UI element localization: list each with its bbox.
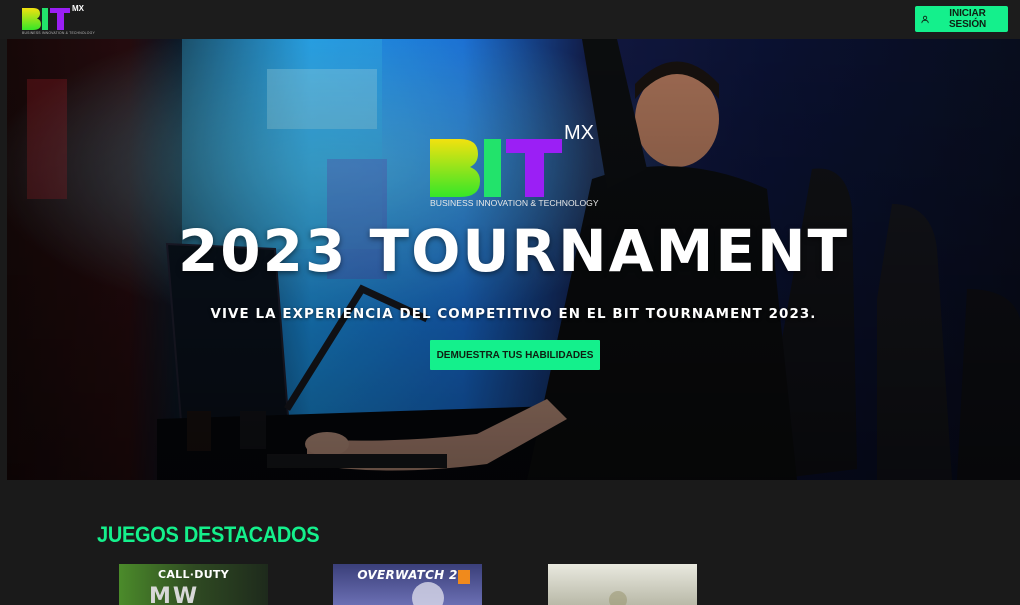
hero-logo-sup: MX: [564, 122, 594, 144]
game-card-third[interactable]: [548, 564, 697, 605]
game-card-call-of-duty[interactable]: MW CALL·DUTY: [119, 564, 268, 605]
hero-subtitle: VIVE LA EXPERIENCIA DEL COMPETITIVO EN E…: [210, 307, 817, 322]
login-button[interactable]: INICIAR SESIÓN: [915, 6, 1008, 32]
svg-text:MW: MW: [149, 584, 199, 605]
bit-logo[interactable]: MX BUSINESS INNOVATION & TECHNOLOGY: [22, 3, 95, 35]
game-cover-third: [548, 564, 697, 605]
game-card-overwatch[interactable]: OVERWATCH 2: [333, 564, 482, 605]
hero-logo-tagline: BUSINESS INNOVATION & TECHNOLOGY: [430, 198, 599, 208]
hero-bit-logo: MX BUSINESS INNOVATION & TECHNOLOGY: [430, 122, 610, 214]
hero-title: 2023 TOURNAMENT: [177, 217, 850, 285]
logo-sup: MX: [72, 4, 84, 13]
hero-banner: MX BUSINESS INNOVATION & TECHNOLOGY 2023…: [7, 39, 1020, 480]
logo-tagline: BUSINESS INNOVATION & TECHNOLOGY: [22, 31, 95, 35]
top-navigation-bar: MX BUSINESS INNOVATION & TECHNOLOGY INIC…: [0, 0, 1020, 39]
bit-wordmark: [22, 8, 70, 30]
user-icon: [921, 15, 929, 23]
cta-button[interactable]: DEMUESTRA TUS HABILIDADES: [430, 340, 600, 370]
hero-bit-wordmark: [430, 139, 562, 197]
game-card-label: OVERWATCH 2: [357, 568, 458, 582]
game-card-label: CALL·DUTY: [157, 568, 229, 581]
featured-games-section: JUEGOS DESTACADOS MW CALL·DUTY OVERWATCH: [0, 480, 1020, 605]
section-title: JUEGOS DESTACADOS: [97, 523, 320, 548]
bit-logo-letters: [22, 8, 70, 30]
login-button-label: INICIAR SESIÓN: [948, 8, 987, 30]
hero-logo-letters: [430, 139, 562, 197]
